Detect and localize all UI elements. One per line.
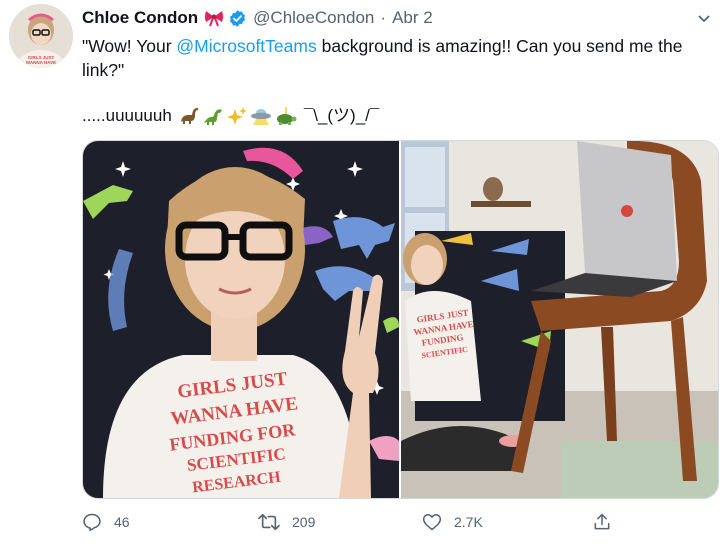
tweet[interactable]: GIRLS JUST WANNA HAVE Chloe Condon @Chlo… xyxy=(0,0,728,550)
tweet-date[interactable]: Abr 2 xyxy=(392,8,433,28)
heart-icon xyxy=(422,514,442,531)
sauropod-icon xyxy=(178,106,200,126)
share-icon xyxy=(594,513,610,530)
verified-badge-icon xyxy=(228,9,247,28)
avatar[interactable]: GIRLS JUST WANNA HAVE xyxy=(9,4,73,68)
separator: · xyxy=(380,8,387,27)
reply-icon xyxy=(83,513,101,532)
turtle-icon xyxy=(274,106,298,126)
shrug-text: ¯\_(ツ)_/¯ xyxy=(303,106,380,125)
action-bar: 46 209 2.7K xyxy=(82,508,622,536)
photo-right[interactable]: GIRLS JUST WANNA HAVE FUNDING SCIENTIFIC xyxy=(401,141,718,498)
retweet-button[interactable]: 209 xyxy=(258,508,315,536)
more-options-icon[interactable] xyxy=(696,10,712,26)
svg-text:WANNA HAVE: WANNA HAVE xyxy=(26,60,56,65)
tweet-text-before: "Wow! Your xyxy=(82,36,177,56)
like-button[interactable]: 2.7K xyxy=(422,508,483,536)
share-button[interactable] xyxy=(592,508,624,536)
author-name[interactable]: Chloe Condon xyxy=(82,8,198,28)
dinosaur-icon xyxy=(202,106,224,126)
retweet-icon xyxy=(258,513,280,531)
uuuh-text: .....uuuuuuh xyxy=(82,106,172,125)
mention-link[interactable]: @MicrosoftTeams xyxy=(176,36,316,56)
reply-button[interactable]: 46 xyxy=(82,508,130,536)
like-count: 2.7K xyxy=(454,514,483,530)
reply-count: 46 xyxy=(114,514,130,530)
tweet-header: Chloe Condon @ChloeCondon · Abr 2 xyxy=(82,6,433,30)
retweet-count: 209 xyxy=(292,514,316,530)
tweet-text: "Wow! Your @MicrosoftTeams background is… xyxy=(82,34,722,82)
tweet-second-line: .....uuuuuuh ¯\_(ツ)_/¯ xyxy=(82,104,379,128)
media-grid[interactable]: GIRLS JUST WANNA HAVE FUNDING FOR SCIENT… xyxy=(82,140,719,499)
ufo-icon xyxy=(250,106,272,126)
sparkles-icon xyxy=(226,106,248,126)
author-handle[interactable]: @ChloeCondon xyxy=(253,8,374,28)
bow-icon xyxy=(204,9,224,27)
photo-left[interactable]: GIRLS JUST WANNA HAVE FUNDING FOR SCIENT… xyxy=(83,141,399,498)
